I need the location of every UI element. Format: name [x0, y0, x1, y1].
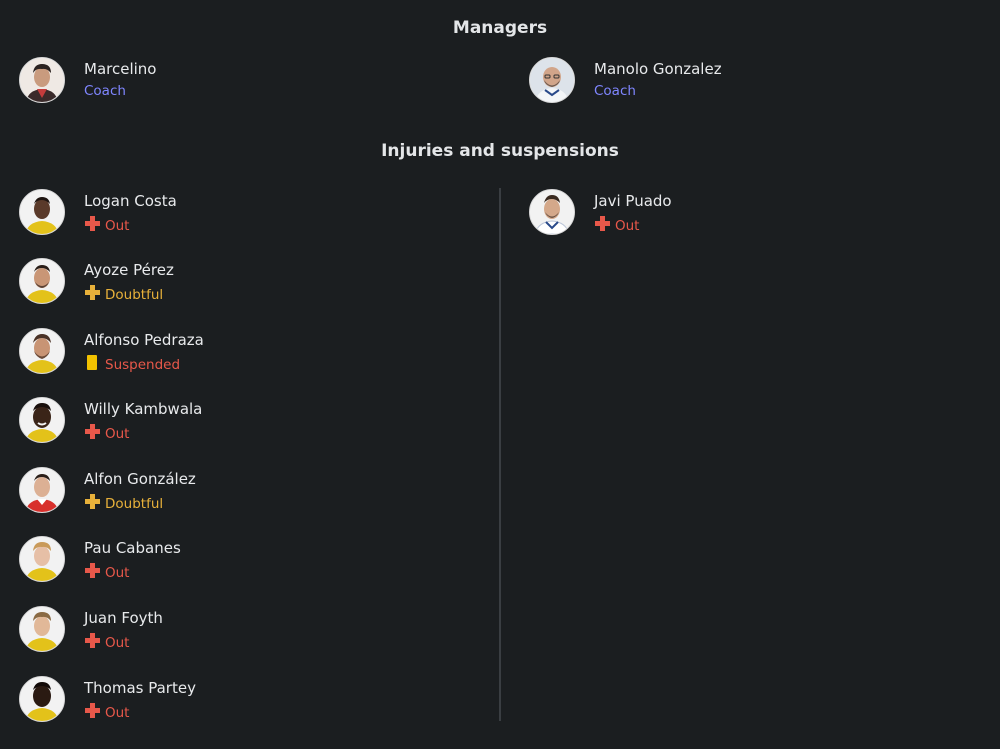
- player-row[interactable]: Logan Costa Out: [19, 189, 319, 239]
- player-row[interactable]: Javi Puado Out: [529, 189, 829, 239]
- player-name: Ayoze Pérez: [84, 261, 174, 279]
- player-name: Alfon González: [84, 470, 196, 488]
- player-name: Javi Puado: [594, 192, 672, 210]
- status-label: Out: [105, 704, 130, 721]
- cross-icon: [84, 562, 101, 583]
- manager-name: Marcelino: [84, 60, 157, 78]
- player-row[interactable]: Pau Cabanes Out: [19, 536, 319, 586]
- player-status: Suspended: [84, 354, 180, 375]
- cross-icon: [84, 284, 101, 305]
- player-avatar: [19, 676, 65, 722]
- status-label: Doubtful: [105, 286, 164, 303]
- cross-icon: [84, 215, 101, 236]
- manager-avatar: [529, 57, 575, 103]
- status-label: Suspended: [105, 356, 181, 373]
- player-status: Out: [84, 215, 129, 236]
- player-name: Willy Kambwala: [84, 400, 203, 418]
- player-name: Pau Cabanes: [84, 539, 181, 557]
- cross-icon: [84, 632, 101, 653]
- manager-name: Manolo Gonzalez: [594, 60, 722, 78]
- player-row[interactable]: Ayoze Pérez Doubtful: [19, 258, 319, 308]
- yellow-card-icon: [84, 354, 101, 375]
- player-avatar: [19, 189, 65, 235]
- player-row[interactable]: Alfonso Pedraza Suspended: [19, 328, 319, 378]
- player-avatar: [19, 397, 65, 443]
- player-name: Logan Costa: [84, 192, 177, 210]
- player-status: Out: [84, 702, 129, 723]
- cross-icon: [84, 702, 101, 723]
- status-label: Out: [105, 564, 130, 581]
- player-status: Out: [84, 632, 129, 653]
- player-status: Doubtful: [84, 284, 163, 305]
- manager-role: Coach: [594, 83, 636, 99]
- player-avatar: [19, 536, 65, 582]
- player-status: Out: [594, 215, 639, 236]
- status-label: Out: [615, 217, 640, 234]
- player-avatar: [19, 328, 65, 374]
- player-avatar: [19, 467, 65, 513]
- injuries-heading: Injuries and suspensions: [381, 141, 619, 161]
- cross-icon: [594, 215, 611, 236]
- player-status: Out: [84, 562, 129, 583]
- player-row[interactable]: Thomas Partey Out: [19, 676, 319, 726]
- status-label: Out: [105, 425, 130, 442]
- player-avatar: [19, 258, 65, 304]
- player-row[interactable]: Juan Foyth Out: [19, 606, 319, 656]
- player-name: Thomas Partey: [84, 679, 196, 697]
- status-label: Out: [105, 634, 130, 651]
- lineup-panel: Managers Marcelino Coach Manolo Gonzalez…: [0, 0, 1000, 749]
- player-name: Juan Foyth: [84, 609, 163, 627]
- status-label: Out: [105, 217, 130, 234]
- manager-away[interactable]: Manolo Gonzalez Coach: [529, 57, 829, 107]
- manager-home[interactable]: Marcelino Coach: [19, 57, 319, 107]
- player-row[interactable]: Alfon González Doubtful: [19, 467, 319, 517]
- player-avatar: [529, 189, 575, 235]
- player-status: Out: [84, 423, 129, 444]
- player-status: Doubtful: [84, 493, 163, 514]
- cross-icon: [84, 423, 101, 444]
- manager-avatar: [19, 57, 65, 103]
- column-divider: [499, 188, 501, 721]
- player-row[interactable]: Willy Kambwala Out: [19, 397, 319, 447]
- cross-icon: [84, 493, 101, 514]
- manager-role: Coach: [84, 83, 126, 99]
- player-name: Alfonso Pedraza: [84, 331, 204, 349]
- player-avatar: [19, 606, 65, 652]
- status-label: Doubtful: [105, 495, 164, 512]
- managers-heading: Managers: [452, 18, 548, 38]
